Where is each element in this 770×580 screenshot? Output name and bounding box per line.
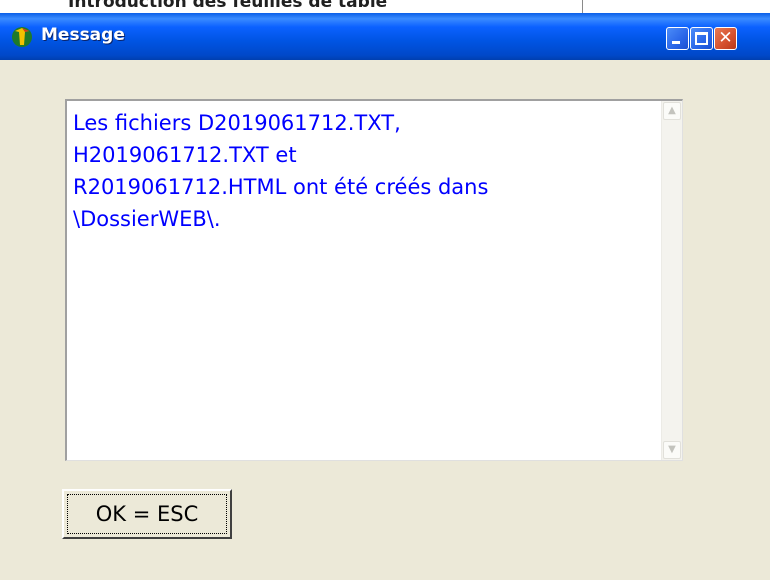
ok-button[interactable]: OK = ESC bbox=[62, 489, 232, 539]
maximize-icon bbox=[695, 32, 708, 45]
vertical-scrollbar[interactable]: ▲ ▼ bbox=[661, 101, 682, 460]
scroll-down-button[interactable]: ▼ bbox=[663, 441, 681, 459]
maximize-button[interactable] bbox=[690, 27, 713, 50]
message-text: Les fichiers D2019061712.TXT, H201906171… bbox=[73, 111, 489, 231]
close-icon: ✕ bbox=[718, 28, 733, 48]
app-logo-icon bbox=[12, 27, 32, 47]
title-bar[interactable]: Message ✕ bbox=[0, 13, 770, 60]
scroll-up-button[interactable]: ▲ bbox=[663, 102, 681, 120]
message-dialog: Message ✕ Les fichiers D2019061712.TXT, … bbox=[0, 13, 770, 580]
background-window-divider bbox=[582, 0, 583, 14]
background-window-text: Introduction des feuilles de table bbox=[68, 0, 388, 12]
message-textarea[interactable]: Les fichiers D2019061712.TXT, H201906171… bbox=[65, 99, 683, 461]
ok-button-label: OK = ESC bbox=[67, 494, 227, 534]
window-title: Message bbox=[41, 25, 125, 45]
minimize-button[interactable] bbox=[666, 27, 689, 50]
close-button[interactable]: ✕ bbox=[714, 27, 737, 50]
minimize-icon bbox=[672, 41, 680, 44]
